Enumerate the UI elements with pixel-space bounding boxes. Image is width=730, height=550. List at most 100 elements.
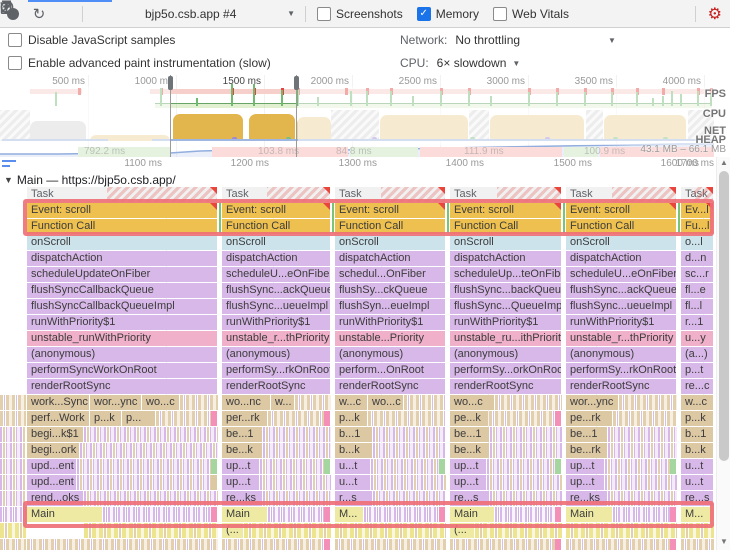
memory-checkbox[interactable]: ✓ Memory: [416, 6, 479, 21]
flame-block[interactable]: Function Call: [222, 219, 330, 234]
flame-block[interactable]: w...: [271, 395, 294, 410]
flame-block[interactable]: be...1: [566, 427, 607, 442]
flame-block[interactable]: up...t: [222, 459, 259, 474]
scroll-down-icon[interactable]: ▼: [717, 537, 730, 549]
flame-block[interactable]: Event: scroll: [222, 203, 330, 218]
flame-block[interactable]: flushSyncCallbackQueueImpl: [27, 299, 217, 314]
flame-block[interactable]: b...1: [681, 427, 713, 442]
flame-block[interactable]: begi...k$1: [27, 427, 83, 442]
flame-block[interactable]: Ev...l: [681, 203, 713, 218]
flame-block[interactable]: flushSync...ueueImpl: [222, 299, 330, 314]
flame-block[interactable]: re...ks: [566, 491, 607, 506]
flame-block[interactable]: be...1: [222, 427, 262, 442]
flame-block[interactable]: dispatchAction: [27, 251, 217, 266]
flame-block[interactable]: wo...c: [450, 395, 494, 410]
flame-block[interactable]: onScroll: [566, 235, 676, 250]
flame-block[interactable]: w...c: [681, 395, 713, 410]
settings-gear-icon[interactable]: ⚙: [708, 4, 722, 24]
flame-block[interactable]: flushSync...backQueue: [450, 283, 561, 298]
flame-block[interactable]: d...n: [681, 251, 713, 266]
flame-block[interactable]: onScroll: [27, 235, 217, 250]
flame-block[interactable]: flushSync...ackQueue: [222, 283, 330, 298]
screenshots-checkbox[interactable]: Screenshots: [317, 6, 403, 21]
flame-block[interactable]: re...s: [681, 491, 713, 506]
flame-block[interactable]: (anonymous): [450, 347, 561, 362]
flame-block[interactable]: runWithPriority$1: [222, 315, 330, 330]
flame-block[interactable]: flushSync...ackQueue: [566, 283, 676, 298]
flame-block[interactable]: (anonymous): [27, 347, 217, 362]
selection-handle-right[interactable]: [294, 76, 299, 90]
load-profile-button[interactable]: [2, 0, 113, 26]
flame-block[interactable]: up...t: [566, 459, 604, 474]
flame-block[interactable]: Main: [566, 507, 612, 522]
flame-block[interactable]: u...y: [681, 331, 713, 346]
flame-block[interactable]: u...t: [335, 475, 370, 490]
flame-block[interactable]: rend...oks: [27, 491, 83, 506]
flame-block[interactable]: u...t: [335, 459, 370, 474]
flame-block[interactable]: perf...Work: [27, 411, 89, 426]
flame-block[interactable]: fl...l: [681, 299, 713, 314]
flame-block[interactable]: unstable_ru...ithPriority: [450, 331, 561, 346]
flame-block[interactable]: upd...ent: [27, 459, 76, 474]
flame-block[interactable]: up...t: [566, 475, 604, 490]
flame-block[interactable]: flushSyncCallbackQueue: [27, 283, 217, 298]
flame-block[interactable]: r...s: [335, 491, 372, 506]
cpu-throttling-select[interactable]: CPU: 6× slowdown ▼: [400, 56, 520, 70]
flame-block[interactable]: be...k: [222, 443, 262, 458]
flame-block[interactable]: performSyncWorkOnRoot: [27, 363, 217, 378]
flame-block[interactable]: b...k: [335, 443, 372, 458]
flame-block[interactable]: p...k: [335, 411, 367, 426]
flame-block[interactable]: onScroll: [335, 235, 445, 250]
flame-block[interactable]: (anonymous): [222, 347, 330, 362]
flame-block[interactable]: Function Call: [335, 219, 445, 234]
flame-block[interactable]: perform...OnRoot: [335, 363, 445, 378]
flame-block[interactable]: o...l: [681, 235, 713, 250]
flame-block[interactable]: scheduleUp...teOnFiber: [450, 267, 561, 282]
flame-block[interactable]: p...k: [90, 411, 121, 426]
flame-block[interactable]: r...1: [681, 315, 713, 330]
flame-block[interactable]: runWithPriority$1: [566, 315, 676, 330]
flame-block[interactable]: (...: [450, 523, 474, 538]
flame-block[interactable]: pe...k: [450, 411, 488, 426]
flame-block[interactable]: (anonymous): [566, 347, 676, 362]
flame-block[interactable]: dispatchAction: [566, 251, 676, 266]
flame-block[interactable]: renderRootSync: [27, 379, 217, 394]
flame-block[interactable]: Main: [222, 507, 267, 522]
flame-block[interactable]: Task: [681, 187, 713, 202]
flame-block[interactable]: renderRootSync: [222, 379, 330, 394]
flame-block[interactable]: up...t: [450, 475, 486, 490]
flame-block[interactable]: (anonymous): [335, 347, 445, 362]
vertical-scrollbar[interactable]: ▲ ▼: [716, 157, 730, 550]
flame-block[interactable]: (...: [222, 523, 243, 538]
flame-block[interactable]: M...: [681, 507, 713, 522]
flame-block[interactable]: onScroll: [222, 235, 330, 250]
flame-block[interactable]: re...s: [450, 491, 489, 506]
page-selector-dropdown[interactable]: bjp5o.csb.app #4 ▼: [139, 7, 301, 21]
flame-block[interactable]: p...: [122, 411, 155, 426]
flame-block[interactable]: Task: [27, 187, 217, 202]
flame-block[interactable]: Task: [566, 187, 676, 202]
flame-block[interactable]: b...1: [335, 427, 372, 442]
flame-block[interactable]: performSy...orkOnRoot: [450, 363, 561, 378]
reload-and-record-button[interactable]: ↻: [26, 2, 52, 26]
flame-block[interactable]: re...ks: [222, 491, 262, 506]
flame-block[interactable]: onScroll: [450, 235, 561, 250]
flame-block[interactable]: Fu...l: [681, 219, 713, 234]
flame-block[interactable]: renderRootSync: [450, 379, 561, 394]
flame-block[interactable]: b...k: [681, 443, 713, 458]
flame-block[interactable]: Event: scroll: [566, 203, 676, 218]
flame-block[interactable]: runWithPriority$1: [450, 315, 561, 330]
flame-block[interactable]: runWithPriority$1: [335, 315, 445, 330]
flame-block[interactable]: be...k: [450, 443, 489, 458]
disable-js-samples-checkbox[interactable]: Disable JavaScript samples: [8, 33, 175, 47]
flame-block[interactable]: Main: [27, 507, 102, 522]
flame-block[interactable]: scheduleUpdateOnFiber: [27, 267, 217, 282]
flame-block[interactable]: fl...e: [681, 283, 713, 298]
flame-block[interactable]: be...rk: [566, 443, 607, 458]
flame-block[interactable]: upd...ent: [27, 475, 76, 490]
flame-block[interactable]: flushSync...QueueImpl: [450, 299, 561, 314]
garbage-collect-button[interactable]: [0, 0, 602, 26]
flame-block[interactable]: wor...ync: [90, 395, 141, 410]
flame-block[interactable]: pe...rk: [566, 411, 612, 426]
main-thread-section-header[interactable]: ▼ Main — https://bjp5o.csb.app/: [0, 172, 730, 187]
